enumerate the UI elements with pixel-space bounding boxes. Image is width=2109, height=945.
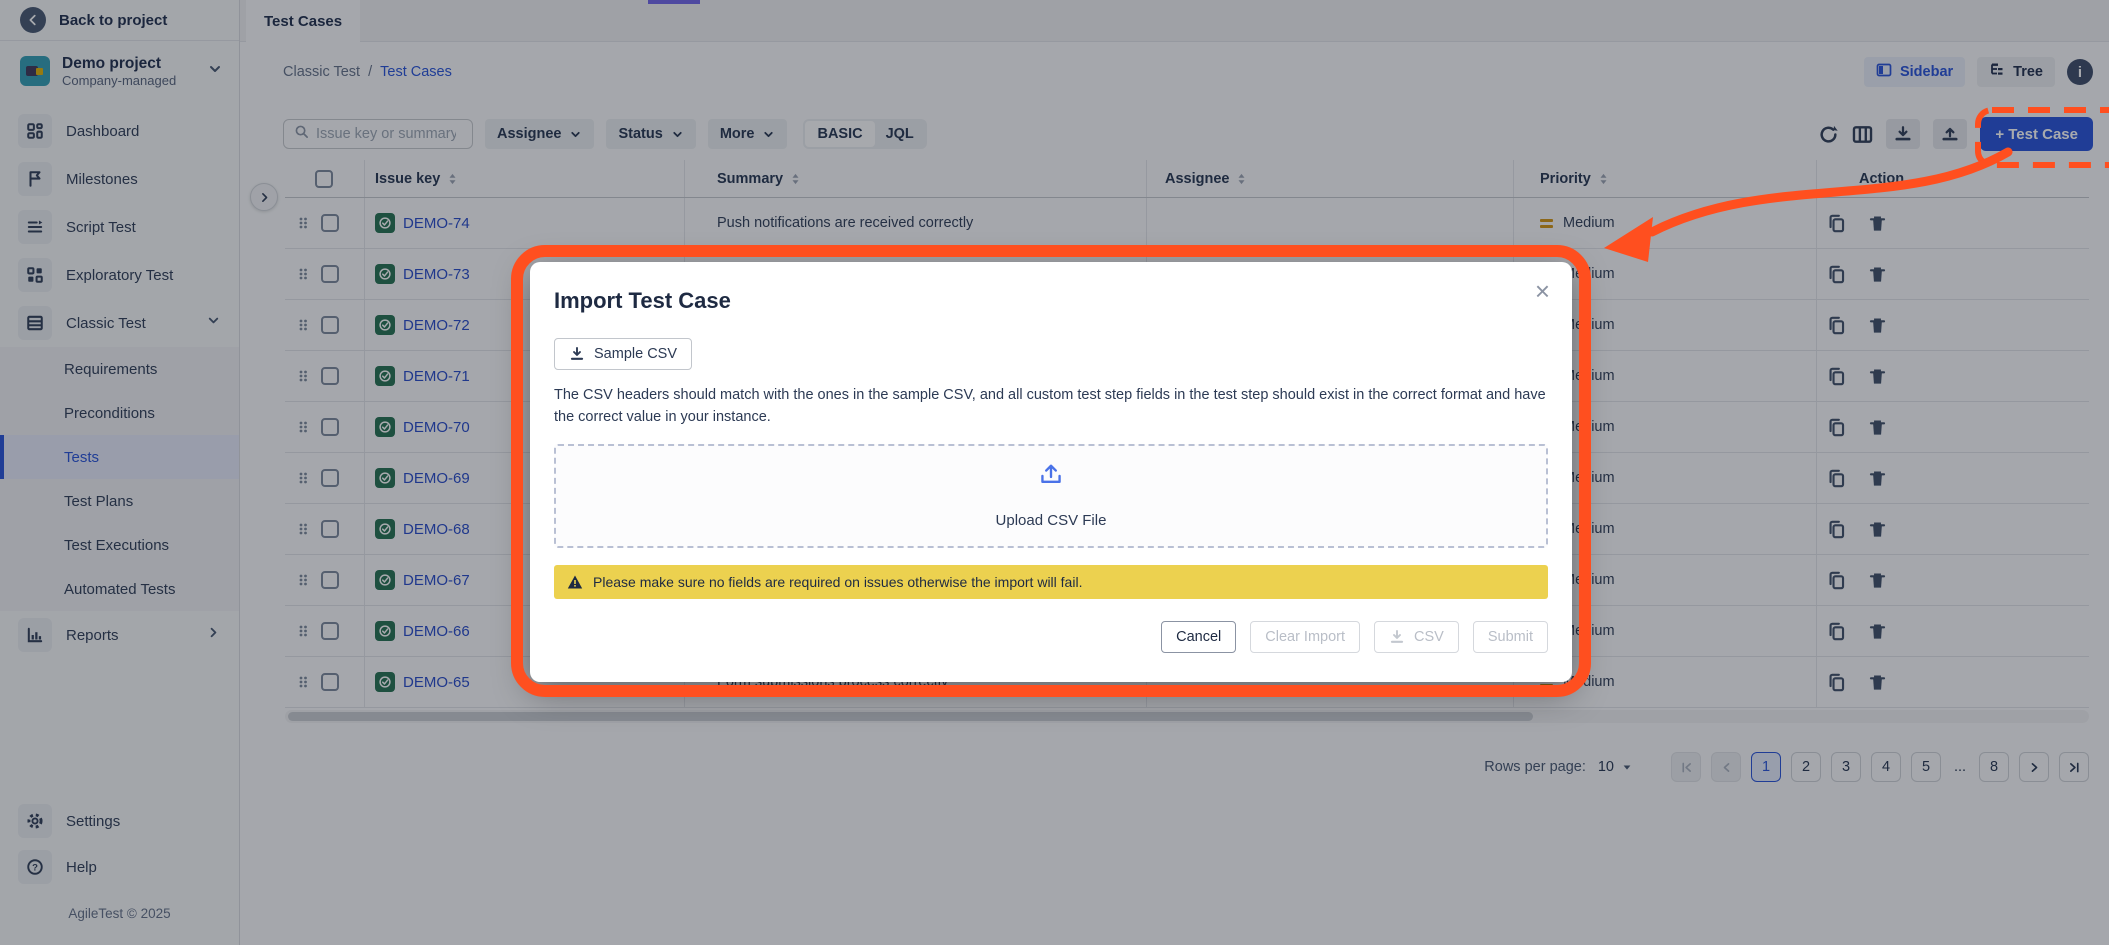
cancel-button[interactable]: Cancel: [1161, 621, 1236, 653]
csv-dropzone[interactable]: Upload CSV File: [554, 444, 1548, 548]
warning-banner: Please make sure no fields are required …: [554, 565, 1548, 599]
upload-label: Upload CSV File: [996, 512, 1107, 529]
clear-import-button[interactable]: Clear Import: [1250, 621, 1360, 653]
warning-icon: [567, 574, 583, 590]
upload-icon: [1036, 462, 1066, 492]
submit-button[interactable]: Submit: [1473, 621, 1548, 653]
sample-csv-button[interactable]: Sample CSV: [554, 338, 692, 370]
modal-title: Import Test Case: [554, 288, 1548, 314]
download-icon: [569, 346, 585, 362]
download-icon: [1389, 629, 1405, 645]
app-root: Back to project Demo project Company-man…: [0, 0, 2109, 945]
csv-download-button[interactable]: CSV: [1374, 621, 1459, 653]
close-icon[interactable]: ×: [1535, 278, 1550, 304]
import-test-case-modal: Import Test Case × Sample CSV The CSV he…: [530, 262, 1572, 682]
warning-text: Please make sure no fields are required …: [593, 574, 1082, 590]
modal-description: The CSV headers should match with the on…: [554, 385, 1548, 429]
modal-footer: Cancel Clear Import CSV Submit: [554, 621, 1548, 653]
